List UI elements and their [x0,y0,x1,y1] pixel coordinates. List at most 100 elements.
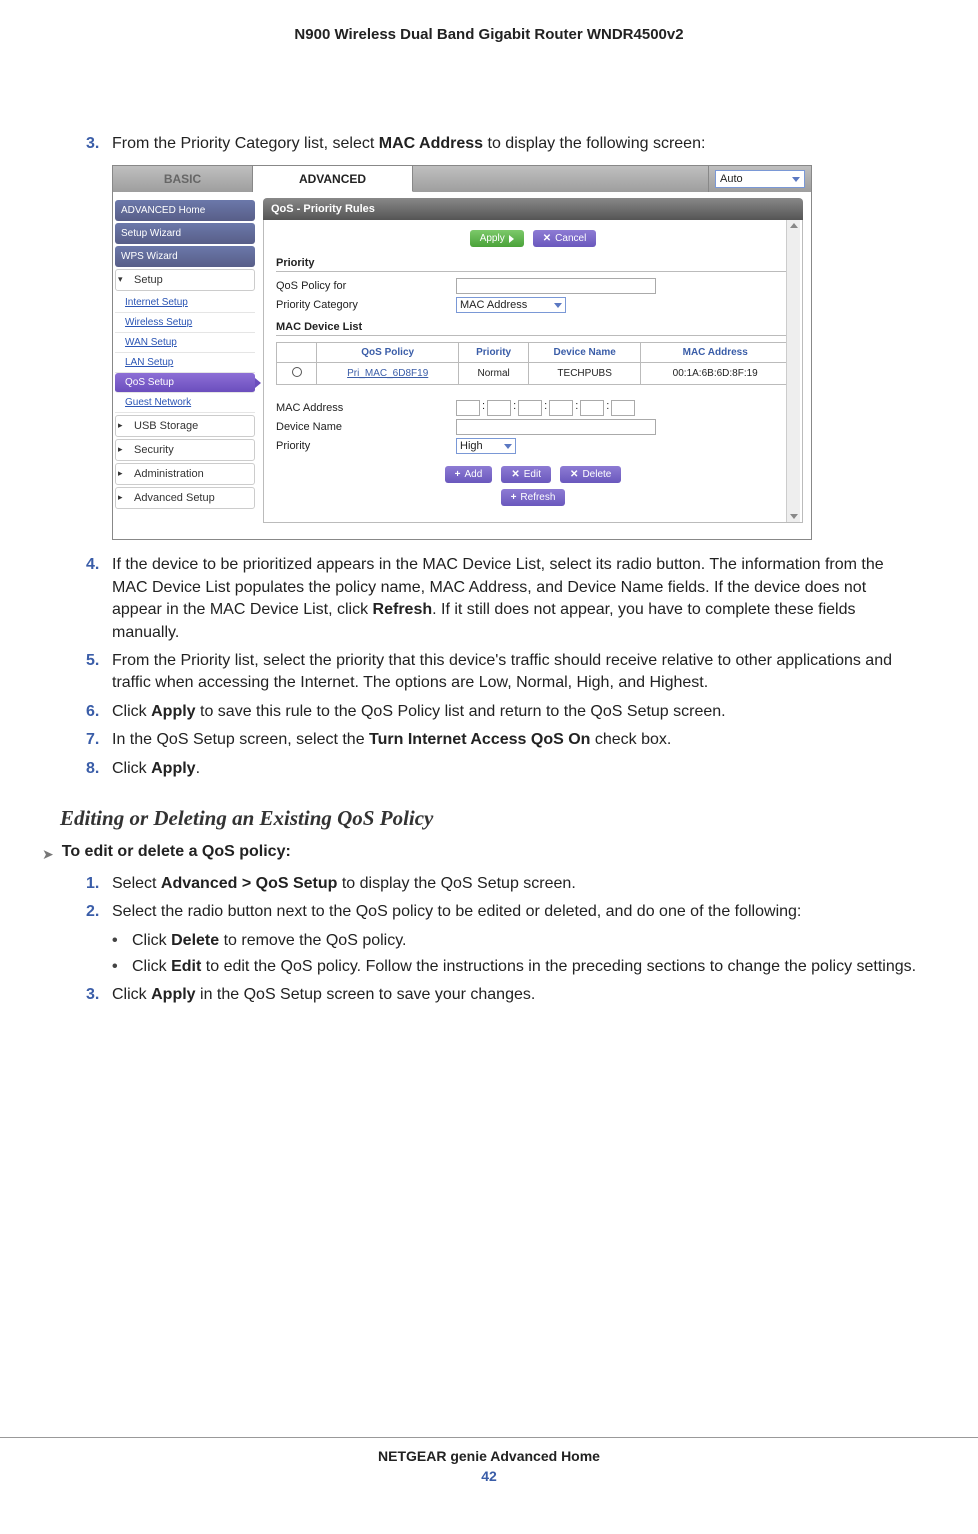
bullet-icon: • [112,930,132,952]
mac-seg[interactable] [456,400,480,416]
text: Click [112,760,151,777]
tab-advanced[interactable]: ADVANCED [253,166,413,192]
sub-heading: Editing or Deleting an Existing QoS Poli… [60,806,918,831]
sidebar-usb-storage[interactable]: USB Storage [115,415,255,437]
lead-row: ➤ To edit or delete a QoS policy: [42,843,918,863]
button-label: Refresh [520,492,555,503]
sidebar-administration[interactable]: Administration [115,463,255,485]
scrollbar[interactable] [786,220,800,522]
th-qos-policy: QoS Policy [317,343,459,363]
text: check box. [590,731,671,748]
step-number: 6. [86,701,112,723]
tab-basic[interactable]: BASIC [113,166,253,192]
bold-text: Apply [151,986,195,1003]
sidebar-item-label: Advanced Setup [134,492,215,504]
sidebar-security[interactable]: Security [115,439,255,461]
sidebar-item-lan-setup[interactable]: LAN Setup [115,353,255,373]
text: to edit the QoS policy. Follow the instr… [201,958,916,975]
sidebar-advanced-home[interactable]: ADVANCED Home [115,200,255,221]
row-priority-category: Priority Category MAC Address [276,297,790,313]
sidebar-item-wireless-setup[interactable]: Wireless Setup [115,313,255,333]
text: Click [132,932,171,949]
cancel-button[interactable]: ✕ Cancel [533,230,597,247]
text: to display the following screen: [483,135,705,152]
text: to save this rule to the QoS Policy list… [196,703,726,720]
qos-policy-for-input[interactable] [456,278,656,294]
th-blank [277,343,317,363]
mac-seg[interactable] [487,400,511,416]
table-row: Pri_MAC_6D8F19 Normal TECHPUBS 00:1A:6B:… [277,363,790,385]
button-label: Cancel [555,233,586,244]
sidebar-item-wan-setup[interactable]: WAN Setup [115,333,255,353]
main-panel: QoS - Priority Rules Apply ✕Cancel Prior… [255,192,811,539]
x-icon: ✕ [511,469,519,480]
delete-button[interactable]: ✕Delete [560,466,621,483]
section-priority: Priority [276,257,790,272]
sidebar-setup-wizard[interactable]: Setup Wizard [115,223,255,244]
step-number: 3. [86,984,112,1006]
field-label: MAC Address [276,402,456,414]
mac-seg[interactable] [549,400,573,416]
doc-title: N900 Wireless Dual Band Gigabit Router W… [60,26,918,43]
bold-text: Edit [171,958,201,975]
router-screenshot: BASIC ADVANCED Auto ADVANCED Home Setup … [112,165,812,540]
x-icon: ✕ [570,469,578,480]
step-number: 1. [86,873,112,895]
text: Click [112,703,151,720]
x-icon: ✕ [543,233,551,244]
mac-seg[interactable] [580,400,604,416]
field-label: Device Name [276,421,456,433]
th-priority: Priority [459,343,529,363]
text: Select [112,875,161,892]
edit-button[interactable]: ✕Edit [501,466,551,483]
field-label: Priority [276,440,456,452]
sidebar-setup[interactable]: Setup [115,269,255,291]
step-number: 7. [86,729,112,751]
text: Select the radio button next to the QoS … [112,901,918,923]
mac-seg[interactable] [611,400,635,416]
sidebar-item-internet-setup[interactable]: Internet Setup [115,293,255,313]
text: to remove the QoS policy. [219,932,406,949]
th-mac-address: MAC Address [641,343,790,363]
sidebar: ADVANCED Home Setup Wizard WPS Wizard Se… [113,192,255,539]
add-button[interactable]: +Add [445,466,493,483]
step-7: 7. In the QoS Setup screen, select the T… [86,729,918,751]
refresh-button[interactable]: +Refresh [501,489,566,506]
step-number: 2. [86,901,112,923]
sidebar-item-qos-setup[interactable]: QoS Setup [115,373,255,393]
device-name-input[interactable] [456,419,656,435]
apply-button[interactable]: Apply [470,230,524,247]
substep-2: 2. Select the radio button next to the Q… [86,901,918,923]
row-device-name: Device Name [276,419,790,435]
row-policy[interactable]: Pri_MAC_6D8F19 [317,363,459,385]
mac-device-table: QoS Policy Priority Device Name MAC Addr… [276,342,790,385]
tab-bar: BASIC ADVANCED Auto [113,166,811,192]
bold-text: MAC Address [379,135,483,152]
row-radio-cell [277,363,317,385]
bold-text: Delete [171,932,219,949]
mac-colon: : [513,400,516,416]
button-label: Apply [480,233,505,244]
row-radio[interactable] [292,367,302,377]
mac-colon: : [575,400,578,416]
footer-page-number: 42 [0,1468,978,1484]
th-device-name: Device Name [528,343,641,363]
bold-text: Advanced > QoS Setup [161,875,337,892]
sidebar-wps-wizard[interactable]: WPS Wizard [115,246,255,267]
button-label: Add [465,469,483,480]
footer-line: NETGEAR genie Advanced Home [0,1448,978,1464]
text: Click [112,986,151,1003]
priority-category-select[interactable]: MAC Address [456,297,566,313]
bold-text: Turn Internet Access QoS On [369,731,590,748]
mac-seg[interactable] [518,400,542,416]
priority-select[interactable]: High [456,438,516,454]
sidebar-item-label: USB Storage [134,420,198,432]
arrow-icon: ➤ [42,846,54,863]
sidebar-advanced-setup[interactable]: Advanced Setup [115,487,255,509]
auto-dropdown-label: Auto [720,173,743,185]
sidebar-item-guest-network[interactable]: Guest Network [115,393,255,413]
sidebar-item-label: Security [134,444,174,456]
select-value: High [460,440,483,452]
auto-dropdown[interactable]: Auto [715,170,805,188]
bold-text: Apply [151,760,195,777]
